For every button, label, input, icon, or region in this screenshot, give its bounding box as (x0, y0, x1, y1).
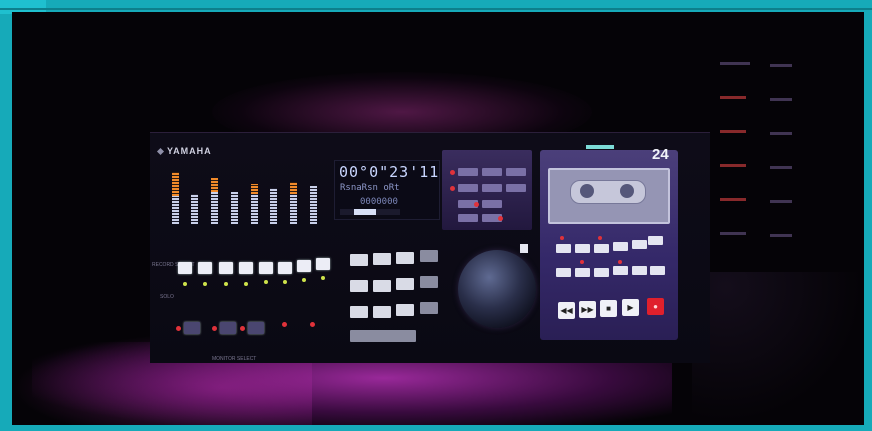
solo-label: SOLO (160, 294, 174, 300)
tape-button-3[interactable] (594, 244, 609, 253)
locate-led-1 (450, 170, 455, 175)
keypad-key-5[interactable] (350, 280, 368, 292)
track-led-6 (283, 280, 287, 284)
locate-button-5[interactable] (482, 184, 502, 192)
tape-track-count: 24 (652, 146, 669, 163)
track-led-1 (183, 282, 187, 286)
keypad-key-4[interactable] (420, 250, 438, 262)
monitor-button-2[interactable] (220, 322, 236, 334)
keypad-key-10[interactable] (373, 306, 391, 318)
tape-button-2[interactable] (575, 244, 590, 253)
monitor-button-1[interactable] (184, 322, 200, 334)
record-button[interactable]: ● (647, 298, 664, 315)
monitor-led-4 (282, 322, 287, 327)
lcd-counter-row: 0000000 (360, 197, 398, 207)
tape-button-6[interactable] (648, 236, 663, 245)
meter-7 (290, 182, 297, 224)
track-button-4[interactable] (239, 262, 253, 274)
track-button-6[interactable] (278, 262, 292, 274)
monitor-led-5 (310, 322, 315, 327)
top-rule (0, 8, 872, 10)
keypad-key-2[interactable] (373, 253, 391, 265)
keypad-key-3[interactable] (396, 252, 414, 264)
power-indicator (586, 145, 614, 149)
locate-button-2[interactable] (482, 168, 502, 176)
track-led-8 (321, 276, 325, 280)
tape-button-9[interactable] (594, 268, 609, 277)
keypad-key-8[interactable] (420, 276, 438, 288)
lcd-time-readout: 00°0"23'11 (339, 163, 440, 181)
tape-button-12[interactable] (650, 266, 665, 275)
track-button-8[interactable] (316, 258, 330, 270)
play-button[interactable]: ▶ (622, 299, 639, 316)
level-meters (160, 162, 330, 224)
meter-2 (191, 194, 198, 224)
locate-button-3[interactable] (506, 168, 526, 176)
tape-button-7[interactable] (556, 268, 571, 277)
locate-button-8[interactable] (482, 200, 502, 208)
monitor-button-3[interactable] (248, 322, 264, 334)
tape-led-2 (598, 236, 602, 240)
meter-6 (270, 188, 277, 224)
lcd-bar (340, 209, 400, 215)
keypad-key-11[interactable] (396, 304, 414, 316)
locate-led-3 (474, 202, 479, 207)
meter-3 (211, 178, 218, 224)
lcd-status-row: RsnaRsn oRt (340, 183, 400, 193)
right-shadow (692, 272, 862, 422)
keypad-key-13[interactable] (350, 330, 416, 342)
reel-right-icon (620, 184, 634, 198)
tape-led-4 (618, 260, 622, 264)
locate-button-9[interactable] (458, 214, 478, 222)
background-rack (712, 50, 822, 260)
tape-button-10[interactable] (613, 266, 628, 275)
keypad-key-6[interactable] (373, 280, 391, 292)
jog-shuttle-wheel[interactable] (458, 250, 536, 328)
monitor-select-label: MONITOR SELECT (212, 356, 257, 362)
track-button-7[interactable] (297, 260, 311, 272)
tape-button-8[interactable] (575, 268, 590, 277)
tape-button-5[interactable] (632, 240, 647, 249)
keypad-key-12[interactable] (420, 302, 438, 314)
rewind-button[interactable]: ◀◀ (558, 302, 575, 319)
locate-led-2 (450, 186, 455, 191)
fast-forward-button[interactable]: ▶▶ (579, 301, 596, 318)
reel-left-icon (580, 184, 594, 198)
locate-led-4 (498, 216, 503, 221)
monitor-led-2 (212, 326, 217, 331)
meter-5 (251, 184, 258, 224)
locate-button-6[interactable] (506, 184, 526, 192)
brand-text: YAMAHA (167, 146, 212, 156)
track-led-3 (224, 282, 228, 286)
keypad-key-9[interactable] (350, 306, 368, 318)
tape-led-1 (560, 236, 564, 240)
track-led-7 (302, 278, 306, 282)
tape-button-1[interactable] (556, 244, 571, 253)
tape-button-11[interactable] (632, 266, 647, 275)
monitor-led-1 (176, 326, 181, 331)
track-led-4 (244, 282, 248, 286)
track-button-3[interactable] (219, 262, 233, 274)
keypad-key-7[interactable] (396, 278, 414, 290)
meter-1 (172, 172, 179, 224)
meter-8 (310, 186, 317, 224)
brand-mark-icon (156, 147, 165, 156)
jog-indicator (520, 244, 528, 253)
track-button-1[interactable] (178, 262, 192, 274)
track-button-2[interactable] (198, 262, 212, 274)
monitor-led-3 (240, 326, 245, 331)
brand-logo: YAMAHA (156, 146, 212, 156)
track-led-2 (203, 282, 207, 286)
tape-button-4[interactable] (613, 242, 628, 251)
locate-button-4[interactable] (458, 184, 478, 192)
tape-led-3 (580, 260, 584, 264)
track-button-5[interactable] (259, 262, 273, 274)
locate-button-1[interactable] (458, 168, 478, 176)
keypad-key-1[interactable] (350, 254, 368, 266)
stop-button[interactable]: ■ (600, 300, 617, 317)
meter-4 (231, 192, 238, 224)
track-led-5 (264, 280, 268, 284)
